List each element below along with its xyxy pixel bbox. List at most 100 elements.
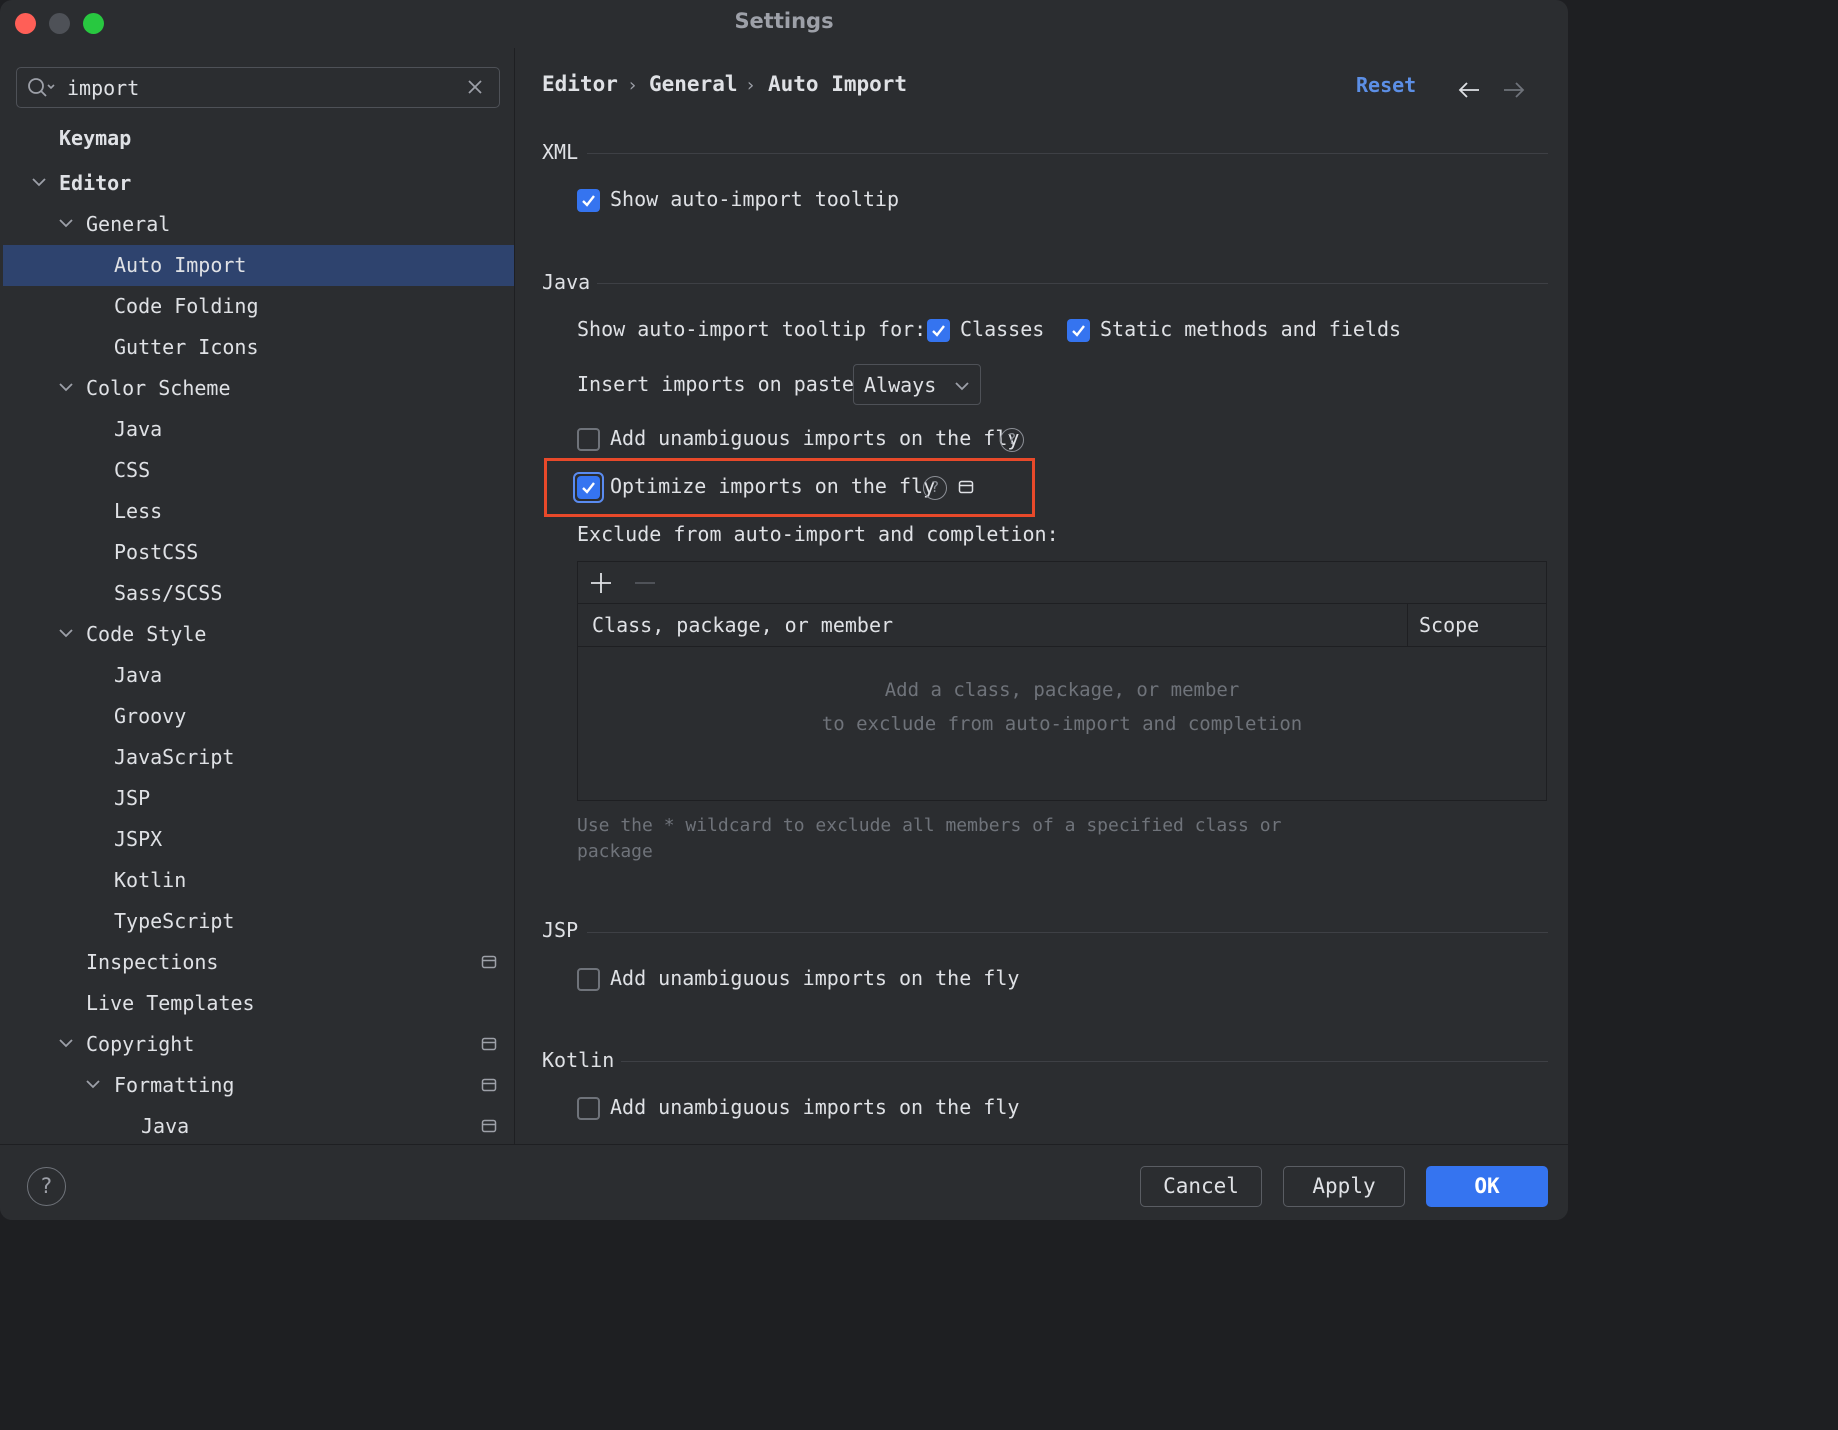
tree-item-label: CSS	[114, 458, 151, 482]
chevron-down-icon[interactable]	[57, 1034, 75, 1052]
insert-imports-on-paste-dropdown[interactable]: Always	[853, 364, 981, 405]
tree-item-editor[interactable]: Editor	[3, 163, 514, 204]
tree-item-label: Kotlin	[114, 868, 187, 892]
help-icon[interactable]: ?	[923, 476, 947, 500]
tree-item-formatting[interactable]: Formatting	[3, 1065, 514, 1106]
classes-label: Classes	[960, 317, 1045, 341]
tree-item-css[interactable]: CSS	[3, 450, 514, 491]
tree-item-copyright[interactable]: Copyright	[3, 1024, 514, 1065]
tree-item-label: Copyright	[86, 1032, 195, 1056]
empty-table-text-line-2: to exclude from auto-import and completi…	[821, 713, 1303, 735]
tree-item-code-style[interactable]: Code Style	[3, 614, 514, 655]
chevron-down-icon[interactable]	[84, 1075, 102, 1093]
section-divider	[597, 283, 1548, 284]
kotlin-add-unambiguous-imports-checkbox[interactable]	[577, 1097, 600, 1120]
tree-item-label: JSPX	[114, 827, 163, 851]
table-toolbar	[578, 562, 1546, 604]
tree-item-code-folding[interactable]: Code Folding	[3, 286, 514, 327]
tree-item-label: Groovy	[114, 704, 187, 728]
apply-button[interactable]: Apply	[1283, 1166, 1405, 1207]
tree-item-javascript[interactable]: JavaScript	[3, 737, 514, 778]
tree-item-gutter-icons[interactable]: Gutter Icons	[3, 327, 514, 368]
tree-item-label: TypeScript	[114, 909, 235, 933]
classes-checkbox[interactable]	[927, 319, 950, 342]
static-methods-checkbox[interactable]	[1067, 319, 1090, 342]
column-header-scope[interactable]: Scope	[1419, 613, 1479, 637]
tree-item-jspx[interactable]: JSPX	[3, 819, 514, 860]
dropdown-value: Always	[864, 373, 937, 397]
title-bar: Settings	[0, 0, 1568, 48]
tree-item-kotlin[interactable]: Kotlin	[3, 860, 514, 901]
tree-item-code-style-java[interactable]: Java	[3, 655, 514, 696]
tree-item-less[interactable]: Less	[3, 491, 514, 532]
tree-item-label: Java	[114, 417, 163, 441]
chevron-down-icon[interactable]	[57, 214, 75, 232]
tree-item-label: Code Style	[86, 622, 207, 646]
project-settings-icon	[481, 1119, 497, 1133]
add-unambiguous-imports-label: Add unambiguous imports on the fly	[610, 426, 1020, 450]
show-auto-import-tooltip-checkbox[interactable]	[577, 189, 600, 212]
project-settings-icon	[481, 1078, 497, 1092]
ok-button[interactable]: OK	[1426, 1166, 1548, 1207]
breadcrumb-editor[interactable]: Editor	[542, 72, 618, 96]
tree-item-label: Code Folding	[114, 294, 259, 318]
breadcrumb-separator: ›	[627, 75, 638, 96]
back-arrow-icon[interactable]	[1457, 80, 1481, 100]
tree-item-general[interactable]: General	[3, 204, 514, 245]
settings-content: Editor › General › Auto Import Reset XML…	[515, 48, 1568, 1144]
section-divider	[587, 932, 1548, 933]
column-header-class[interactable]: Class, package, or member	[592, 613, 893, 637]
checkmark-icon	[1072, 325, 1085, 337]
jsp-add-unambiguous-imports-checkbox[interactable]	[577, 968, 600, 991]
add-unambiguous-imports-checkbox[interactable]	[577, 428, 600, 451]
help-icon[interactable]: ?	[1000, 428, 1024, 452]
forward-arrow-icon[interactable]	[1502, 80, 1526, 100]
show-auto-import-tooltip-label: Show auto-import tooltip	[610, 187, 899, 211]
tree-item-formatting-java[interactable]: Java	[3, 1106, 514, 1147]
tree-item-color-scheme[interactable]: Color Scheme	[3, 368, 514, 409]
insert-imports-on-paste-label: Insert imports on paste:	[577, 372, 866, 396]
tree-item-label: Keymap	[59, 126, 132, 150]
tree-item-inspections[interactable]: Inspections	[3, 942, 514, 983]
tree-item-groovy[interactable]: Groovy	[3, 696, 514, 737]
breadcrumb-general[interactable]: General	[649, 72, 738, 96]
add-icon[interactable]	[589, 571, 613, 595]
breadcrumb-auto-import: Auto Import	[768, 72, 908, 96]
java-section-title: Java	[542, 270, 591, 294]
tree-item-color-scheme-java[interactable]: Java	[3, 409, 514, 450]
tree-item-live-templates[interactable]: Live Templates	[3, 983, 514, 1024]
help-button[interactable]: ?	[27, 1167, 66, 1206]
optimize-imports-checkbox[interactable]	[577, 476, 600, 499]
tree-item-auto-import[interactable]: Auto Import	[3, 245, 514, 286]
reset-link[interactable]: Reset	[1356, 73, 1416, 97]
tree-item-sass-scss[interactable]: Sass/SCSS	[3, 573, 514, 614]
optimize-imports-label: Optimize imports on the fly	[610, 474, 936, 498]
column-separator[interactable]	[1407, 604, 1408, 647]
settings-search-field[interactable]: import	[16, 67, 500, 108]
tree-item-label: Formatting	[114, 1073, 235, 1097]
search-input[interactable]: import	[67, 76, 139, 100]
tree-item-label: Less	[114, 499, 163, 523]
tree-item-label: Gutter Icons	[114, 335, 259, 359]
jsp-section-title: JSP	[542, 918, 579, 942]
remove-icon[interactable]	[633, 571, 657, 595]
settings-window: Settings import Keymap Editor General Au…	[0, 0, 1568, 1220]
tree-item-jsp[interactable]: JSP	[3, 778, 514, 819]
chevron-down-icon[interactable]	[30, 173, 48, 191]
clear-search-icon[interactable]	[465, 77, 485, 97]
tree-item-label: Sass/SCSS	[114, 581, 223, 605]
tree-item-keymap[interactable]: Keymap	[3, 118, 514, 159]
tree-item-label: JSP	[114, 786, 151, 810]
tree-item-typescript[interactable]: TypeScript	[3, 901, 514, 942]
tree-item-label: Color Scheme	[86, 376, 231, 400]
tree-item-postcss[interactable]: PostCSS	[3, 532, 514, 573]
tree-item-label: Inspections	[86, 950, 219, 974]
dialog-footer: ? Cancel Apply OK	[0, 1144, 1568, 1220]
chevron-down-icon[interactable]	[57, 624, 75, 642]
tree-item-label: JavaScript	[114, 745, 235, 769]
chevron-down-icon[interactable]	[57, 378, 75, 396]
kotlin-add-unambiguous-imports-label: Add unambiguous imports on the fly	[610, 1095, 1020, 1119]
cancel-button[interactable]: Cancel	[1140, 1166, 1262, 1207]
search-icon	[28, 78, 55, 97]
tree-item-label: PostCSS	[114, 540, 199, 564]
